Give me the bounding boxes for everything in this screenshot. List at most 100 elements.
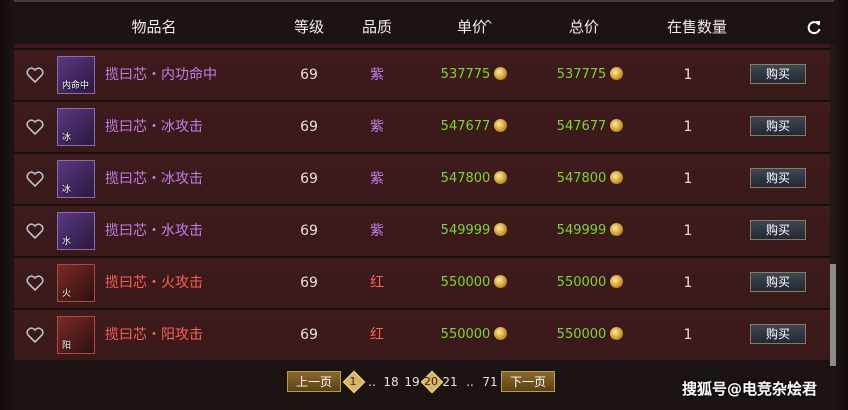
- item-icon-label: 水: [62, 237, 72, 247]
- total-price: 547677: [540, 102, 640, 152]
- total-price-value: 549999: [556, 223, 607, 238]
- table-header: 物品名 等级 品质 单价 ^ 总价 在售数量: [14, 10, 834, 44]
- page-ellipsis: ..: [368, 375, 376, 389]
- next-page-button[interactable]: 下一页: [501, 371, 555, 392]
- header-item-name[interactable]: 物品名: [114, 10, 194, 44]
- coin-icon: [610, 223, 624, 236]
- coin-icon: [610, 327, 624, 340]
- favorite-heart-icon[interactable]: [26, 119, 44, 135]
- top-border: [14, 0, 834, 2]
- total-price: 547800: [540, 154, 640, 204]
- item-name: 揽曰芯・冰攻击: [105, 119, 203, 135]
- buy-button[interactable]: 购买: [750, 220, 806, 240]
- item-level: 69: [300, 67, 318, 83]
- item-level: 69: [300, 327, 318, 343]
- page-19-link[interactable]: 19: [403, 371, 421, 393]
- buy-button[interactable]: 购买: [750, 272, 806, 292]
- item-name: 揽曰芯・火攻击: [105, 275, 203, 291]
- coin-icon: [610, 119, 624, 132]
- item-list: 内命中 揽曰芯・内功命中 69 紫 537775 537775 1 购买 冰 揽…: [14, 44, 830, 364]
- coin-icon: [494, 275, 508, 288]
- item-quality: 紫: [370, 119, 384, 135]
- watermark: 搜狐号@电竞杂烩君: [682, 380, 818, 398]
- total-price: 537775: [540, 50, 640, 100]
- coin-icon: [610, 275, 624, 288]
- total-price: 550000: [540, 310, 640, 360]
- header-quality[interactable]: 品质: [352, 10, 402, 44]
- page-1-link[interactable]: 1: [343, 371, 363, 393]
- item-icon[interactable]: 内命中: [57, 56, 95, 94]
- table-row[interactable]: 阳 揽曰芯・阳攻击 69 红 550000 550000 1 购买: [14, 310, 830, 362]
- favorite-heart-icon[interactable]: [26, 223, 44, 239]
- buy-button[interactable]: 购买: [750, 64, 806, 84]
- table-row[interactable]: 水 揽曰芯・水攻击 69 紫 549999 549999 1 购买: [14, 206, 830, 258]
- unit-price: 550000: [424, 258, 524, 308]
- header-quantity[interactable]: 在售数量: [652, 10, 742, 44]
- refresh-icon[interactable]: [806, 19, 822, 35]
- page-ellipsis: ..: [466, 375, 474, 389]
- item-quality: 紫: [370, 171, 384, 187]
- prev-page-button[interactable]: 上一页: [287, 371, 341, 392]
- item-level: 69: [300, 119, 318, 135]
- page-21-link[interactable]: 21: [441, 371, 459, 393]
- total-price-value: 547677: [556, 119, 607, 134]
- unit-price: 547800: [424, 154, 524, 204]
- unit-price: 537775: [424, 50, 524, 100]
- header-total-price[interactable]: 总价: [554, 10, 614, 44]
- item-icon[interactable]: 水: [57, 212, 95, 250]
- sort-ascending-icon[interactable]: ^: [480, 8, 496, 42]
- coin-icon: [494, 171, 508, 184]
- table-row[interactable]: 冰 揽曰芯・冰攻击 69 紫 547677 547677 1 购买: [14, 102, 830, 154]
- header-level[interactable]: 等级: [284, 10, 334, 44]
- total-price: 549999: [540, 206, 640, 256]
- buy-button[interactable]: 购买: [750, 116, 806, 136]
- total-price-value: 547800: [556, 171, 607, 186]
- table-row[interactable]: 内命中 揽曰芯・内功命中 69 紫 537775 537775 1 购买: [14, 50, 830, 102]
- unit-price: 549999: [424, 206, 524, 256]
- unit-price: 550000: [424, 310, 524, 360]
- unit-price-value: 547677: [440, 119, 491, 134]
- item-level: 69: [300, 223, 318, 239]
- coin-icon: [494, 67, 508, 80]
- item-icon-label: 火: [62, 289, 72, 299]
- favorite-heart-icon[interactable]: [26, 275, 44, 291]
- unit-price-value: 547800: [440, 171, 491, 186]
- item-quality: 红: [370, 275, 384, 291]
- buy-button[interactable]: 购买: [750, 168, 806, 188]
- page-20-current: 20: [424, 375, 438, 388]
- item-quality: 紫: [370, 223, 384, 239]
- coin-icon: [494, 119, 508, 132]
- unit-price-value: 549999: [440, 223, 491, 238]
- favorite-heart-icon[interactable]: [26, 327, 44, 343]
- unit-price: 547677: [424, 102, 524, 152]
- item-icon[interactable]: 阳: [57, 316, 95, 354]
- page-18-link[interactable]: 18: [382, 371, 400, 393]
- total-price-value: 550000: [556, 275, 607, 290]
- item-level: 69: [300, 171, 318, 187]
- item-quantity: 1: [683, 223, 693, 239]
- favorite-heart-icon[interactable]: [26, 171, 44, 187]
- page-71-link[interactable]: 71: [481, 371, 499, 393]
- table-row[interactable]: 火 揽曰芯・火攻击 69 红 550000 550000 1 购买: [14, 258, 830, 310]
- buy-button[interactable]: 购买: [750, 324, 806, 344]
- item-quantity: 1: [683, 327, 693, 343]
- item-icon[interactable]: 火: [57, 264, 95, 302]
- item-icon[interactable]: 冰: [57, 108, 95, 146]
- item-quality: 紫: [370, 67, 384, 83]
- scrollbar-thumb[interactable]: [830, 264, 836, 366]
- item-icon-label: 内命中: [62, 81, 90, 91]
- item-quality: 红: [370, 327, 384, 343]
- item-icon[interactable]: 冰: [57, 160, 95, 198]
- unit-price-value: 537775: [440, 67, 491, 82]
- item-name: 揽曰芯・内功命中: [105, 67, 217, 83]
- table-row[interactable]: 冰 揽曰芯・冰攻击 69 紫 547800 547800 1 购买: [14, 154, 830, 206]
- item-icon-label: 冰: [62, 133, 72, 143]
- total-price-value: 537775: [556, 67, 607, 82]
- item-quantity: 1: [683, 275, 693, 291]
- favorite-heart-icon[interactable]: [26, 67, 44, 83]
- auction-panel: 物品名 等级 品质 单价 ^ 总价 在售数量 内命中 揽曰芯・内功命中 69 紫…: [0, 0, 848, 410]
- item-quantity: 1: [683, 67, 693, 83]
- total-price: 550000: [540, 258, 640, 308]
- unit-price-value: 550000: [440, 275, 491, 290]
- item-name: 揽曰芯・冰攻击: [105, 171, 203, 187]
